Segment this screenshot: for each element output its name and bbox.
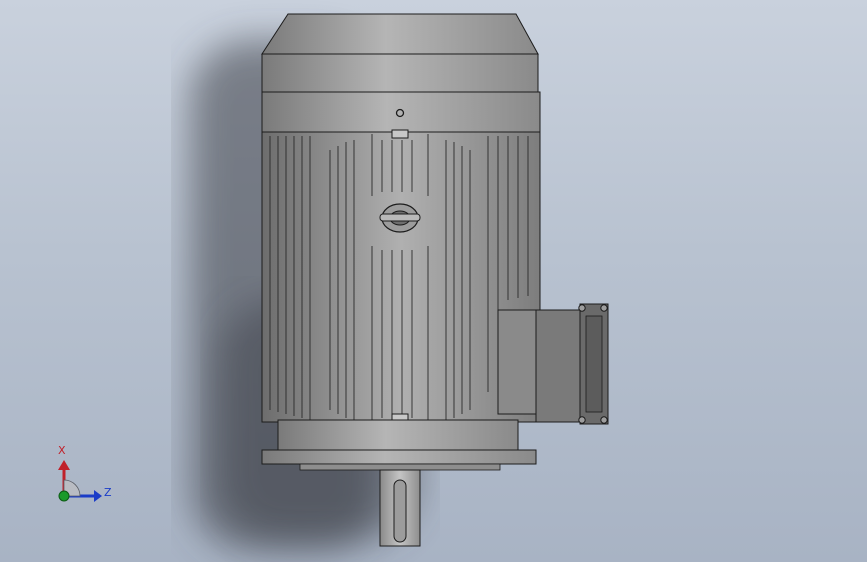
fan-cover: [261, 13, 541, 133]
x-axis-label: X: [58, 444, 66, 457]
axis-triad: [58, 460, 102, 502]
end-flange: [261, 419, 537, 471]
motor-model[interactable]: [0, 0, 867, 562]
motor-shaft: [379, 469, 421, 547]
y-axis-icon: [58, 490, 70, 502]
terminal-box: [497, 303, 609, 425]
z-axis-label: Z: [104, 486, 112, 499]
3d-viewport[interactable]: X Z: [0, 0, 867, 562]
